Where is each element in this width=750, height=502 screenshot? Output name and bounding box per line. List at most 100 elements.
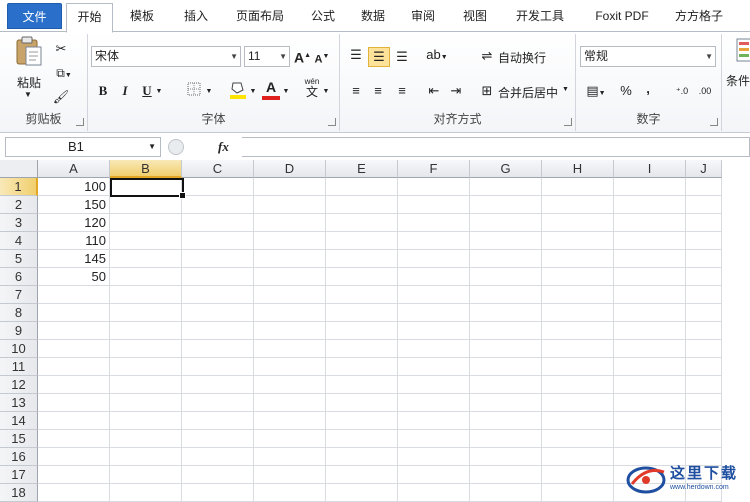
align-right-icon[interactable]: ≡ <box>392 82 412 100</box>
cell-I10[interactable] <box>614 340 686 358</box>
cell-B7[interactable] <box>110 286 182 304</box>
insert-function-button[interactable]: fx <box>218 139 229 155</box>
cell-F11[interactable] <box>398 358 470 376</box>
align-middle-icon[interactable]: ☰ <box>368 47 390 67</box>
cell-D17[interactable] <box>254 466 326 484</box>
increase-indent-icon[interactable]: ⇥ <box>446 82 466 100</box>
cell-G15[interactable] <box>470 430 542 448</box>
cell-J4[interactable] <box>686 232 722 250</box>
cell-A8[interactable] <box>38 304 110 322</box>
cell-J10[interactable] <box>686 340 722 358</box>
cell-C1[interactable] <box>182 178 254 196</box>
cell-D8[interactable] <box>254 304 326 322</box>
cell-B10[interactable] <box>110 340 182 358</box>
tab-0[interactable]: 文件 <box>7 3 62 29</box>
cut-icon[interactable]: ✂ <box>52 40 70 58</box>
cell-H17[interactable] <box>542 466 614 484</box>
cell-F12[interactable] <box>398 376 470 394</box>
cell-F16[interactable] <box>398 448 470 466</box>
cell-E4[interactable] <box>326 232 398 250</box>
alignment-launcher-icon[interactable] <box>564 118 572 126</box>
cell-A11[interactable] <box>38 358 110 376</box>
cell-C11[interactable] <box>182 358 254 376</box>
cell-C2[interactable] <box>182 196 254 214</box>
column-header-B[interactable]: B <box>110 160 182 178</box>
merge-dropdown-icon[interactable]: ▼ <box>562 86 569 93</box>
column-header-H[interactable]: H <box>542 160 614 178</box>
cell-A7[interactable] <box>38 286 110 304</box>
tab-9[interactable]: 开发工具 <box>505 3 575 32</box>
tab-5[interactable]: 公式 <box>303 3 343 32</box>
row-header-17[interactable]: 17 <box>0 466 38 484</box>
cell-H18[interactable] <box>542 484 614 502</box>
align-left-icon[interactable]: ≡ <box>346 82 366 100</box>
cell-I15[interactable] <box>614 430 686 448</box>
cell-C10[interactable] <box>182 340 254 358</box>
cell-F9[interactable] <box>398 322 470 340</box>
row-header-8[interactable]: 8 <box>0 304 38 322</box>
decrease-decimal-icon[interactable]: .00 <box>694 82 716 100</box>
active-cell-selection[interactable] <box>110 178 186 199</box>
row-header-9[interactable]: 9 <box>0 322 38 340</box>
tab-2[interactable]: 模板 <box>117 3 167 32</box>
cell-G9[interactable] <box>470 322 542 340</box>
column-header-G[interactable]: G <box>470 160 542 178</box>
cell-D4[interactable] <box>254 232 326 250</box>
cell-E16[interactable] <box>326 448 398 466</box>
cell-J13[interactable] <box>686 394 722 412</box>
cell-G8[interactable] <box>470 304 542 322</box>
tab-3[interactable]: 插入 <box>172 3 220 32</box>
tab-11[interactable]: 方方格子 <box>666 3 732 32</box>
cell-B2[interactable] <box>110 196 182 214</box>
cell-F10[interactable] <box>398 340 470 358</box>
cell-A13[interactable] <box>38 394 110 412</box>
cell-D1[interactable] <box>254 178 326 196</box>
formula-expand-icon[interactable] <box>168 139 184 155</box>
row-header-6[interactable]: 6 <box>0 268 38 286</box>
cell-B3[interactable] <box>110 214 182 232</box>
cell-D2[interactable] <box>254 196 326 214</box>
cell-E2[interactable] <box>326 196 398 214</box>
row-header-5[interactable]: 5 <box>0 250 38 268</box>
cell-E8[interactable] <box>326 304 398 322</box>
cell-G14[interactable] <box>470 412 542 430</box>
cell-D9[interactable] <box>254 322 326 340</box>
shrink-font-icon[interactable]: A▼ <box>314 48 330 69</box>
cell-C15[interactable] <box>182 430 254 448</box>
cell-B8[interactable] <box>110 304 182 322</box>
cell-A18[interactable] <box>38 484 110 502</box>
cell-D6[interactable] <box>254 268 326 286</box>
cell-C8[interactable] <box>182 304 254 322</box>
align-center-icon[interactable]: ≡ <box>368 82 388 100</box>
name-box[interactable]: B1 ▼ <box>5 137 161 157</box>
merge-center-icon[interactable]: ⊞ <box>478 82 496 100</box>
tab-1[interactable]: 开始 <box>66 3 113 33</box>
row-header-11[interactable]: 11 <box>0 358 38 376</box>
cell-H2[interactable] <box>542 196 614 214</box>
cell-D16[interactable] <box>254 448 326 466</box>
cell-B18[interactable] <box>110 484 182 502</box>
column-header-J[interactable]: J <box>686 160 722 178</box>
cell-I12[interactable] <box>614 376 686 394</box>
underline-dropdown-icon[interactable]: ▼ <box>154 83 164 101</box>
cell-H11[interactable] <box>542 358 614 376</box>
row-header-14[interactable]: 14 <box>0 412 38 430</box>
conditional-format-icon[interactable] <box>736 38 750 62</box>
cell-J7[interactable] <box>686 286 722 304</box>
cell-D12[interactable] <box>254 376 326 394</box>
cell-I14[interactable] <box>614 412 686 430</box>
cell-E3[interactable] <box>326 214 398 232</box>
cell-H13[interactable] <box>542 394 614 412</box>
cell-I4[interactable] <box>614 232 686 250</box>
cell-C6[interactable] <box>182 268 254 286</box>
cell-F17[interactable] <box>398 466 470 484</box>
cell-J14[interactable] <box>686 412 722 430</box>
cell-G4[interactable] <box>470 232 542 250</box>
font-color-icon[interactable]: A <box>262 79 280 100</box>
cell-G2[interactable] <box>470 196 542 214</box>
cell-F5[interactable] <box>398 250 470 268</box>
cell-G7[interactable] <box>470 286 542 304</box>
cell-I8[interactable] <box>614 304 686 322</box>
cell-D7[interactable] <box>254 286 326 304</box>
cell-G5[interactable] <box>470 250 542 268</box>
